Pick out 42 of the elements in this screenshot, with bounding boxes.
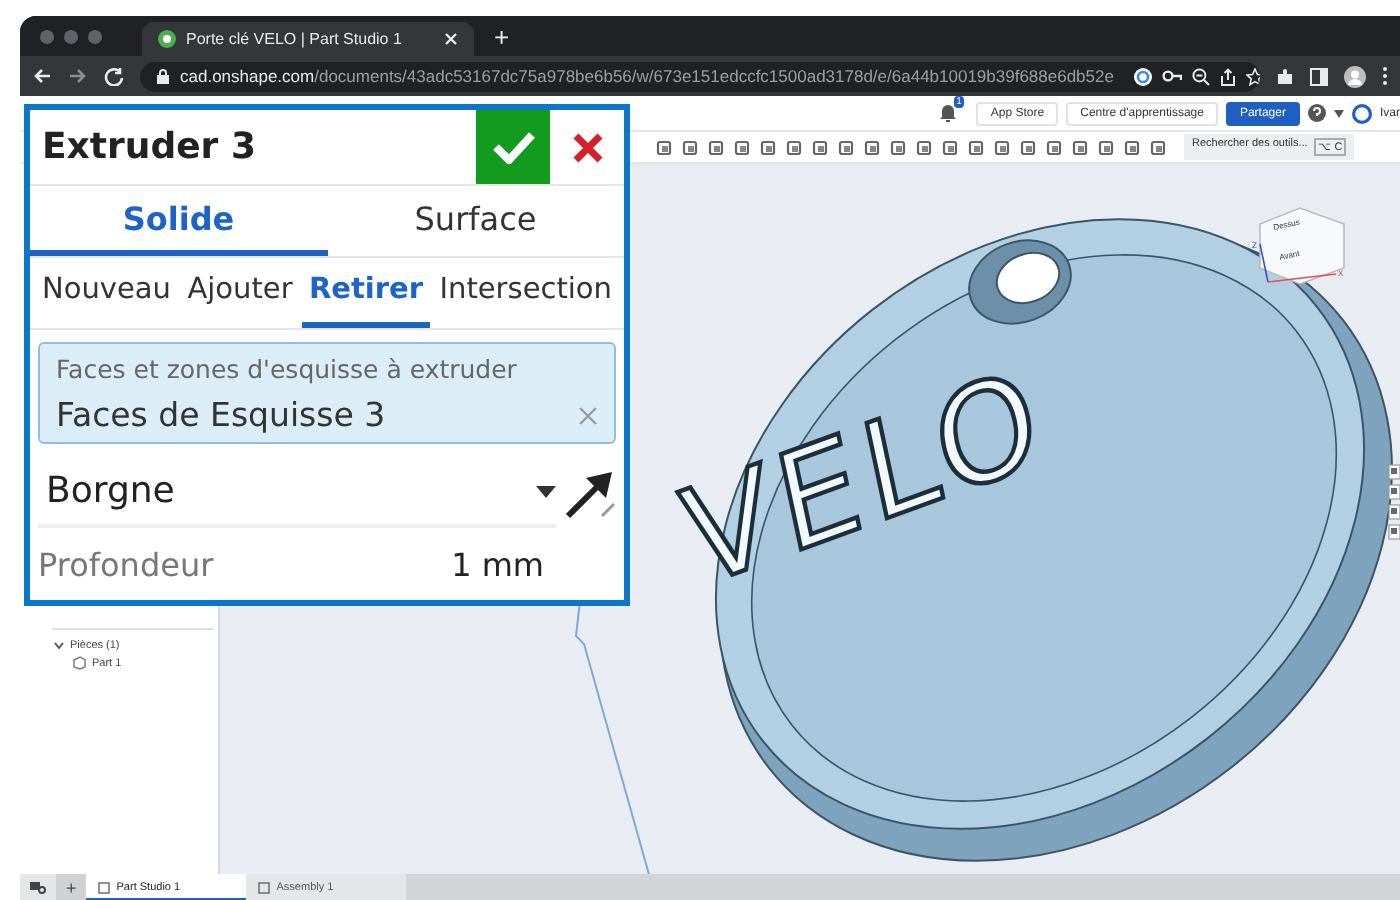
forward-icon[interactable]	[68, 66, 88, 86]
end-type-dropdown[interactable]: Borgne	[38, 458, 556, 528]
view-tool-icon[interactable]	[1388, 504, 1400, 520]
part-icon	[72, 656, 86, 670]
back-icon[interactable]	[32, 66, 52, 86]
confirm-button[interactable]	[476, 110, 550, 184]
lock-icon	[156, 68, 170, 84]
part-studio-icon	[98, 881, 111, 893]
zoom-out-icon[interactable]	[1191, 67, 1210, 85]
close-icon	[571, 131, 603, 163]
bell-icon[interactable]	[940, 104, 957, 122]
user-icon	[1351, 103, 1372, 123]
check-icon	[491, 130, 535, 164]
view-tool-icon[interactable]	[1388, 484, 1400, 500]
side-panel-icon[interactable]	[1310, 67, 1328, 85]
new-tab-button[interactable]: +	[486, 21, 518, 51]
address-field[interactable]: cad.onshape.com/documents/43adc53167dc75a978be6b56/w/673e151edccfc1500ad3178d/e/6a44b10019b39f688e6db52e	[140, 61, 1260, 91]
selection-field[interactable]: Faces et zones d'esquisse à extruder Faces de Esquisse 3	[38, 342, 616, 444]
share-icon[interactable]	[1219, 67, 1236, 85]
feature-list-icon[interactable]	[30, 881, 46, 893]
caret-icon	[536, 485, 556, 497]
extensions-icon[interactable]	[1276, 67, 1294, 85]
reload-icon[interactable]	[104, 66, 124, 86]
avatar-icon[interactable]	[1344, 65, 1366, 87]
dialog-title: Extruder 3	[40, 126, 258, 168]
close-icon[interactable]	[444, 32, 458, 46]
depth-field[interactable]: 1 mm	[451, 546, 544, 584]
caret-icon[interactable]	[1333, 109, 1344, 117]
more-icon[interactable]	[1382, 66, 1388, 86]
star-icon[interactable]	[1245, 67, 1260, 85]
engraved-text: VELO	[670, 336, 1059, 619]
help-icon[interactable]	[1307, 104, 1326, 122]
google-icon[interactable]	[1133, 67, 1152, 85]
direction-arrow-icon[interactable]	[564, 467, 616, 519]
document-icon	[258, 881, 271, 893]
depth-label: Profondeur	[38, 546, 214, 584]
chevron-icon[interactable]	[54, 642, 64, 650]
site-icon	[158, 30, 176, 48]
view-tool-icon[interactable]	[1388, 524, 1400, 540]
browser-tab[interactable]: Porte clé VELO | Part Studio 1	[142, 22, 474, 56]
view-tool-icon[interactable]	[1388, 464, 1400, 480]
key-icon[interactable]	[1161, 68, 1182, 84]
